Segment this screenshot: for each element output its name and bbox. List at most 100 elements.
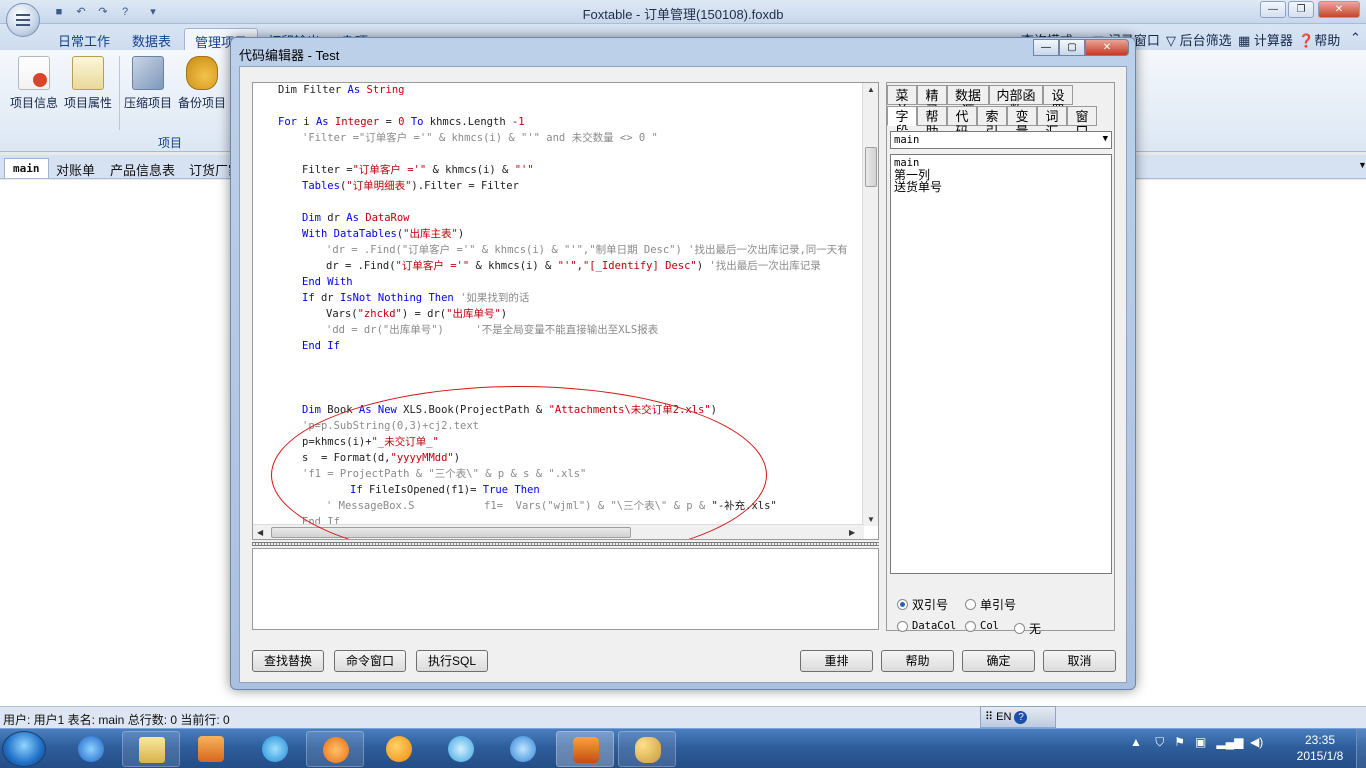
orange-taskbar-icon[interactable]: [370, 731, 428, 767]
code-line[interactable]: Dim Book As New XLS.Book(ProjectPath & "…: [302, 403, 717, 417]
dialog-close-button[interactable]: ✕: [1085, 39, 1129, 56]
radio-single-quote[interactable]: 单引号: [965, 596, 1016, 613]
backup-project-button[interactable]: 备份项目: [175, 56, 229, 111]
code-line[interactable]: Filter ="订单客户 ='" & khmcs(i) & "'": [302, 163, 534, 177]
close-button[interactable]: ✕: [1318, 1, 1360, 18]
code-line[interactable]: With DataTables("出库主表"): [302, 227, 464, 241]
code-line[interactable]: p=khmcs(i)+"_未交订单_": [302, 435, 439, 449]
tab-index[interactable]: 索引: [977, 106, 1007, 139]
minimize-button[interactable]: —: [1260, 1, 1286, 18]
table-tab-main[interactable]: main: [4, 158, 49, 178]
project-info-button[interactable]: 项目信息: [7, 56, 61, 111]
code-editor[interactable]: Dim Filter As String For i As Integer = 0…: [252, 82, 879, 540]
code-line[interactable]: 'Filter ="订单客户 ='" & khmcs(i) & "'" and …: [302, 131, 658, 145]
system-clock[interactable]: 23:35 2015/1/8: [1290, 732, 1350, 764]
dialog-help-button[interactable]: 帮助: [881, 650, 954, 672]
language-help-icon[interactable]: ?: [1014, 711, 1028, 724]
tab-wizard[interactable]: 精灵: [917, 85, 947, 118]
tab-builtin-functions[interactable]: 内部函数: [989, 85, 1043, 118]
editor-splitter[interactable]: [252, 542, 879, 546]
app-menu-button[interactable]: [6, 3, 40, 37]
dialog-maximize-button[interactable]: ▢: [1059, 39, 1085, 56]
show-hidden-icon[interactable]: ▲: [1130, 735, 1142, 749]
code-line[interactable]: 'p=p.SubString(0,3)+cj2.text: [302, 419, 479, 433]
language-bar[interactable]: ⠿ EN ?: [980, 706, 1056, 728]
qq-browser-taskbar-icon[interactable]: [432, 731, 490, 767]
ribbon-collapse-icon[interactable]: ⌃: [1350, 30, 1361, 46]
media-player-taskbar-icon[interactable]: [182, 731, 240, 767]
browser-taskbar-icon[interactable]: [246, 731, 304, 767]
paint-taskbar-icon[interactable]: [618, 731, 676, 767]
tab-settings[interactable]: 设置: [1043, 85, 1073, 118]
radio-datacol[interactable]: DataCol: [897, 620, 956, 632]
volume-icon[interactable]: ◀): [1250, 735, 1263, 749]
vertical-scrollbar[interactable]: ▲ ▼: [862, 83, 878, 526]
network-warning-icon[interactable]: ▣: [1195, 735, 1206, 749]
vertical-scroll-thumb[interactable]: [865, 147, 877, 187]
table-select[interactable]: main ▼: [890, 131, 1112, 149]
code-line[interactable]: 'f1 = ProjectPath & "三个表\" & p & s & ".x…: [302, 467, 586, 481]
maximize-button[interactable]: ❐: [1288, 1, 1314, 18]
code-line[interactable]: s = Format(d,"yyyyMMdd"): [302, 451, 460, 465]
code-area[interactable]: Dim Filter As String For i As Integer = 0…: [253, 83, 864, 526]
code-line[interactable]: Vars("zhckd") = dr("出库单号"): [326, 307, 507, 321]
background-filter-toggle[interactable]: ▽ 后台筛选: [1166, 30, 1232, 49]
tab-variables[interactable]: 变量: [1007, 106, 1037, 139]
horizontal-scrollbar[interactable]: ◀ ▶: [253, 524, 864, 539]
radio-none[interactable]: 无: [1014, 620, 1041, 637]
command-window-button[interactable]: 命令窗口: [334, 650, 406, 672]
explorer-taskbar-icon[interactable]: [122, 731, 180, 767]
project-properties-button[interactable]: 项目属性: [61, 56, 115, 111]
radio-col[interactable]: Col: [965, 620, 999, 632]
code-line[interactable]: ' MessageBox.S f1= Vars("wjml") & "\三个表\…: [326, 499, 777, 513]
foxtable-taskbar-icon[interactable]: [556, 731, 614, 767]
tab-code[interactable]: 代码: [947, 106, 977, 139]
ok-button[interactable]: 确定: [962, 650, 1035, 672]
code-line[interactable]: For i As Integer = 0 To khmcs.Length -1: [278, 115, 525, 129]
tab-menu[interactable]: 菜单: [887, 85, 917, 118]
ie-taskbar-icon[interactable]: [62, 731, 120, 767]
field-list[interactable]: main 第一列 送货单号: [890, 154, 1112, 574]
radio-double-quote[interactable]: 双引号: [897, 596, 948, 613]
list-item[interactable]: 送货单号: [894, 181, 1108, 193]
code-line[interactable]: End If: [302, 339, 340, 353]
app-orange-taskbar-icon[interactable]: [306, 731, 364, 767]
tab-daily-work[interactable]: 日常工作: [48, 28, 120, 50]
tab-help[interactable]: 帮助: [917, 106, 947, 139]
help-button[interactable]: ❓帮助: [1298, 30, 1340, 49]
tab-window[interactable]: 窗口: [1067, 106, 1097, 139]
scroll-down-icon[interactable]: ▼: [867, 515, 875, 524]
scroll-left-icon[interactable]: ◀: [257, 528, 263, 537]
execute-sql-button[interactable]: 执行SQL: [416, 650, 488, 672]
compress-project-button[interactable]: 压缩项目: [121, 56, 175, 111]
security-icon[interactable]: ⛉: [1155, 735, 1164, 749]
dialog-minimize-button[interactable]: —: [1033, 39, 1059, 56]
code-line[interactable]: 'dd = dr("出库单号") '不是全局变量不能直接输出至XLS报表: [326, 323, 658, 337]
code-line[interactable]: Tables("订单明细表").Filter = Filter: [302, 179, 519, 193]
calculator-button[interactable]: ▦ 计算器: [1238, 30, 1293, 49]
signal-icon[interactable]: ▂▄▆: [1216, 735, 1243, 749]
start-button[interactable]: [2, 731, 46, 767]
find-replace-button[interactable]: 查找替换: [252, 650, 324, 672]
cancel-button[interactable]: 取消: [1043, 650, 1116, 672]
table-tab-statement[interactable]: 对账单: [48, 158, 103, 178]
code-line[interactable]: If FileIsOpened(f1)= True Then: [350, 483, 540, 497]
code-line[interactable]: End With: [302, 275, 353, 289]
code-line[interactable]: Dim dr As DataRow: [302, 211, 410, 225]
horizontal-scroll-thumb[interactable]: [271, 527, 631, 538]
code-line[interactable]: If dr IsNot Nothing Then '如果找到的话: [302, 291, 529, 305]
ie-alt-taskbar-icon[interactable]: [494, 731, 552, 767]
scroll-up-icon[interactable]: ▲: [867, 85, 875, 94]
show-desktop-button[interactable]: [1356, 729, 1366, 768]
tab-vocabulary[interactable]: 词汇: [1037, 106, 1067, 139]
code-line[interactable]: 'dr = .Find("订单客户 ='" & khmcs(i) & "'","…: [326, 243, 848, 257]
tab-datasource[interactable]: 数据源: [947, 85, 989, 118]
rearrange-button[interactable]: 重排: [800, 650, 873, 672]
scroll-right-icon[interactable]: ▶: [849, 528, 855, 537]
table-tab-product-info[interactable]: 产品信息表: [102, 158, 183, 178]
tab-overflow-icon[interactable]: ▼: [1350, 158, 1366, 178]
tab-fields[interactable]: 字段: [887, 106, 917, 139]
output-pane[interactable]: [252, 548, 879, 630]
tab-tables[interactable]: 数据表: [122, 28, 181, 50]
code-line[interactable]: dr = .Find("订单客户 ='" & khmcs(i) & "'","[…: [326, 259, 821, 273]
